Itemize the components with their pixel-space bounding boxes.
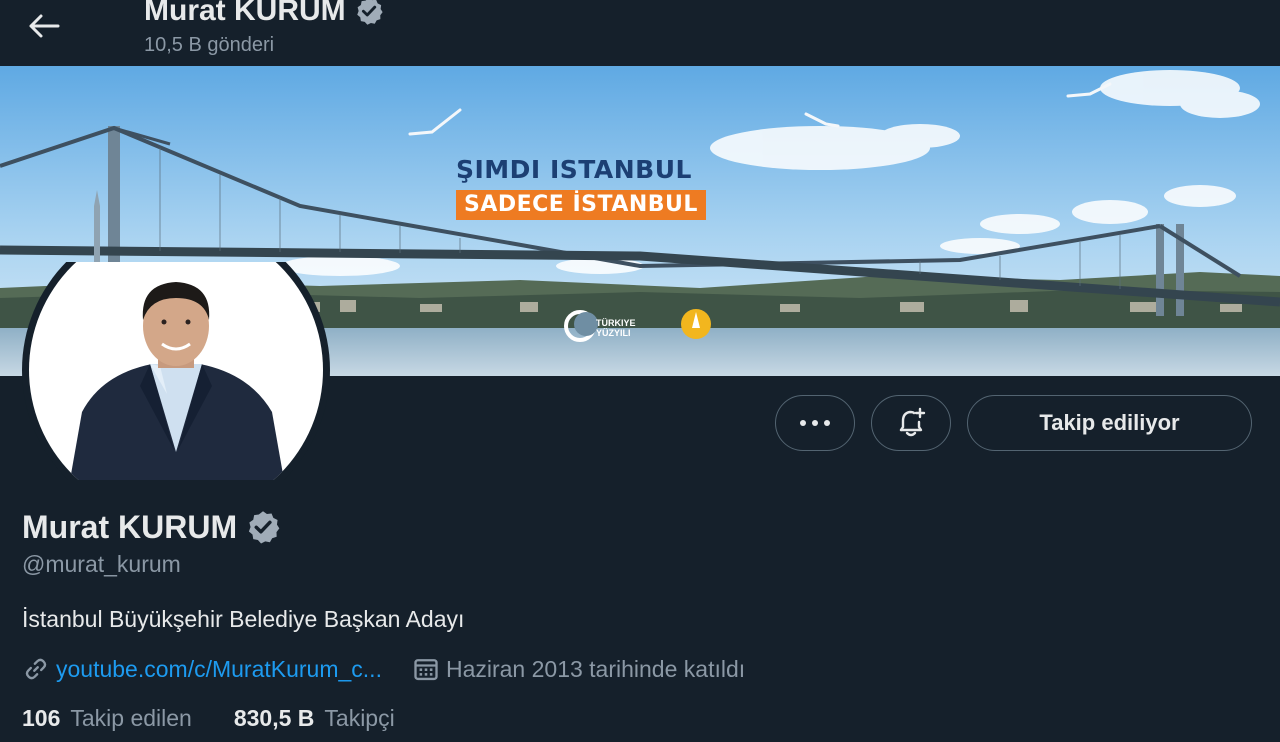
profile-website-link[interactable]: youtube.com/c/MuratKurum_c... bbox=[56, 656, 382, 683]
join-date: Haziran 2013 tarihinde katıldı bbox=[445, 655, 746, 682]
banner-slogan-line1: ŞIMDI ISTANBUL bbox=[456, 155, 692, 184]
top-bar: Murat KURUM 10,5 B gönderi bbox=[0, 0, 1280, 66]
post-count: 10,5 B gönderi bbox=[144, 34, 275, 56]
following-count-link[interactable]: 106 Takip edilen bbox=[22, 704, 192, 732]
display-name: Murat KURUM bbox=[22, 508, 281, 546]
profile-avatar[interactable] bbox=[22, 262, 330, 480]
calendar-icon bbox=[412, 653, 446, 685]
top-profile-name: Murat KURUM bbox=[144, 0, 384, 29]
more-options-button[interactable] bbox=[775, 395, 855, 451]
followers-count-link[interactable]: 830,5 B Takipçi bbox=[234, 704, 395, 732]
profile-handle: @murat_kurum bbox=[22, 551, 181, 577]
notifications-button[interactable] bbox=[871, 395, 951, 451]
verified-badge-icon bbox=[356, 0, 383, 25]
arrow-left-icon bbox=[29, 14, 60, 38]
banner-brand-text: TÜRKIYE YÜZYILI bbox=[596, 318, 636, 338]
profile-meta-row: youtube.com/c/MuratKurum_c... Haziran 20… bbox=[22, 653, 745, 685]
followers-label: Takipçi bbox=[324, 705, 395, 731]
link-icon bbox=[22, 653, 56, 685]
bell-plus-icon bbox=[899, 407, 926, 437]
followers-count: 830,5 B bbox=[233, 705, 315, 731]
following-count: 106 bbox=[22, 705, 61, 731]
following-label: Takip edilen bbox=[70, 705, 192, 731]
back-button[interactable] bbox=[22, 6, 66, 46]
verified-badge-icon[interactable] bbox=[245, 509, 281, 545]
display-name-text: Murat KURUM bbox=[22, 509, 238, 545]
following-button[interactable]: Takip ediliyor bbox=[967, 395, 1252, 451]
banner-slogan-line2: SADECE İSTANBUL bbox=[456, 190, 706, 220]
top-name-text: Murat KURUM bbox=[144, 0, 346, 27]
more-dots-icon bbox=[800, 420, 830, 426]
follow-counts: 106 Takip edilen 830,5 B Takipçi bbox=[22, 704, 395, 732]
profile-bio: İstanbul Büyükşehir Belediye Başkan Aday… bbox=[22, 606, 465, 632]
